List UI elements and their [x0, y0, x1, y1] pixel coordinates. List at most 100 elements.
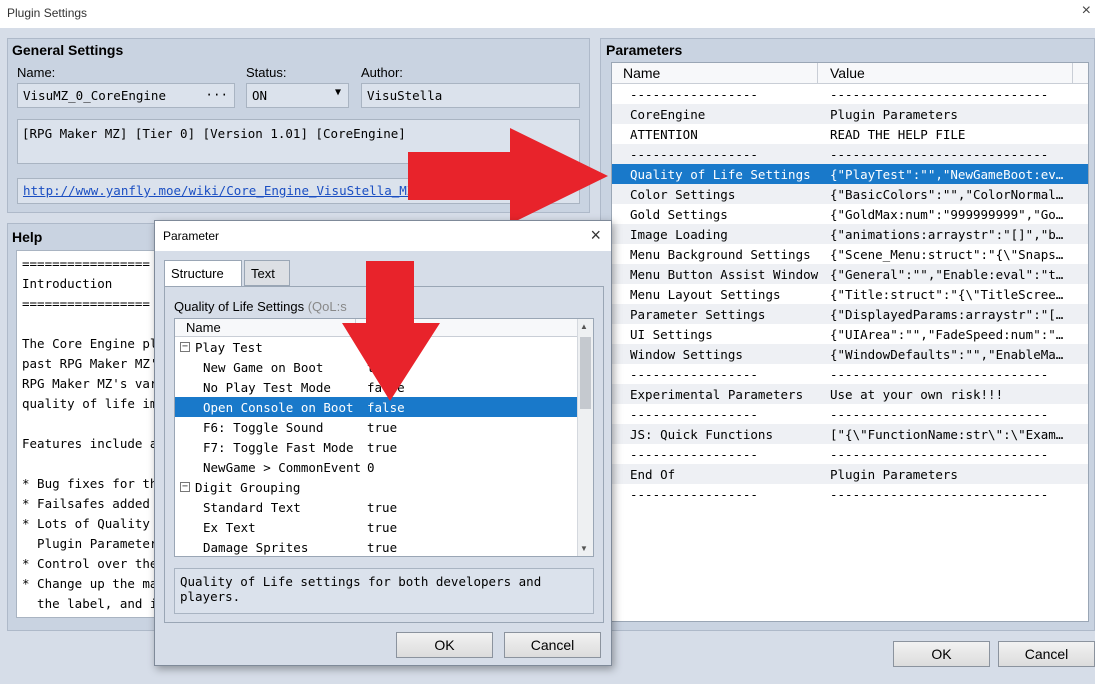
help-line: * Control over the	[22, 556, 158, 571]
parameter-row[interactable]: Parameter Settings {"DisplayedParams:arra…	[612, 304, 1088, 324]
parameter-name: Parameter Settings	[630, 307, 766, 322]
parameter-row[interactable]: ----------------- -----------------------…	[612, 364, 1088, 384]
dialog-titlebar: Parameter ×	[155, 221, 611, 251]
parameter-value: ["{\"FunctionName:str\":\"Example	[830, 427, 1070, 442]
parameter-value: {"Scene_Menu:struct":"{\"SnapshotOpacity	[830, 247, 1070, 262]
window-titlebar: Plugin Settings ×	[0, 0, 1095, 28]
author-value: VisuStella	[367, 88, 443, 103]
parameters-heading: Parameters	[606, 42, 683, 58]
tree-group-row[interactable]: − Digit Grouping	[175, 477, 577, 497]
parameter-value: {"BasicColors":"","ColorNormal:str":"0"	[830, 187, 1070, 202]
tree-header-name[interactable]: Name	[186, 320, 221, 335]
parameter-row[interactable]: Color Settings {"BasicColors":"","ColorNo…	[612, 184, 1088, 204]
tree-row[interactable]: F7: Toggle Fast Mode true	[175, 437, 577, 457]
parameter-name: Menu Layout Settings	[630, 287, 781, 302]
plugin-name-select[interactable]: VisuMZ_0_CoreEngine ···	[17, 83, 235, 108]
tree-item-name: New Game on Boot	[203, 360, 324, 375]
parameter-row[interactable]: CoreEngine Plugin Parameters	[612, 104, 1088, 124]
parameter-value: {"Title:struct":"{\"TitleScreen\":\""	[830, 287, 1070, 302]
down-arrow-annotation-icon	[342, 261, 440, 401]
parameter-row[interactable]: Quality of Life Settings {"PlayTest":"","…	[612, 164, 1088, 184]
scroll-down-icon[interactable]: ▼	[580, 544, 588, 553]
general-settings-heading: General Settings	[12, 42, 124, 58]
tab-text[interactable]: Text	[244, 260, 290, 286]
parameters-list[interactable]: Name Value ----------------- ------------…	[611, 62, 1089, 622]
tree-row[interactable]: F6: Toggle Sound true	[175, 417, 577, 437]
tree-item-name: Digit Grouping	[195, 480, 301, 495]
scroll-up-icon[interactable]: ▲	[580, 322, 588, 331]
parameter-row[interactable]: Gold Settings {"GoldMax:num":"999999999",…	[612, 204, 1088, 224]
parameter-name: -----------------	[630, 407, 758, 422]
column-header-name[interactable]: Name	[623, 65, 660, 81]
tree-item-name: Play Test	[195, 340, 263, 355]
parameter-name: Color Settings	[630, 187, 736, 202]
status-select[interactable]: ON ▼	[246, 83, 349, 108]
parameter-row[interactable]: ----------------- -----------------------…	[612, 144, 1088, 164]
parameter-name: -----------------	[630, 87, 758, 102]
help-line: Introduction	[22, 276, 113, 291]
tree-scrollbar[interactable]: ▲ ▼	[577, 319, 593, 556]
browse-button[interactable]: ···	[205, 87, 228, 102]
parameter-row[interactable]: UI Settings {"UIArea":"","FadeSpeed:num":…	[612, 324, 1088, 344]
parameter-value: {"animations:arraystr":"[]","battlebacks	[830, 227, 1070, 242]
cancel-button[interactable]: Cancel	[998, 641, 1095, 667]
tree-item-value: true	[367, 500, 398, 515]
parameter-description: Quality of Life settings for both develo…	[174, 568, 594, 614]
column-divider	[1072, 63, 1073, 84]
author-field[interactable]: VisuStella	[361, 83, 580, 108]
parameter-value: {"UIArea":"","FadeSpeed:num":"24"	[830, 327, 1070, 342]
help-line: =================	[22, 296, 150, 311]
help-link[interactable]: http://www.yanfly.moe/wiki/Core_Engine_V…	[23, 183, 414, 198]
parameter-row[interactable]: ATTENTION READ THE HELP FILE	[612, 124, 1088, 144]
tab-structure[interactable]: Structure	[164, 260, 242, 287]
tree-item-value: true	[367, 440, 398, 455]
parameter-row[interactable]: ----------------- -----------------------…	[612, 404, 1088, 424]
plugin-name-value: VisuMZ_0_CoreEngine	[23, 88, 166, 103]
tree-row[interactable]: Damage Sprites true	[175, 537, 577, 556]
parameter-row[interactable]: End Of Plugin Parameters	[612, 464, 1088, 484]
parameter-row[interactable]: Experimental Parameters Use at your own r…	[612, 384, 1088, 404]
parameter-description-text: Quality of Life settings for both develo…	[180, 574, 542, 604]
parameter-name: Experimental Parameters	[630, 387, 804, 402]
tree-row[interactable]: NewGame > CommonEvent 0	[175, 457, 577, 477]
parameter-name: Menu Button Assist Window	[630, 267, 819, 282]
collapse-icon[interactable]: −	[180, 482, 190, 492]
collapse-icon[interactable]: −	[180, 342, 190, 352]
parameter-row[interactable]: Menu Button Assist Window {"General":"","…	[612, 264, 1088, 284]
parameter-row[interactable]: ----------------- -----------------------…	[612, 484, 1088, 504]
parameter-value: {"GoldMax:num":"999999999","GoldFont"	[830, 207, 1070, 222]
window-close-icon[interactable]: ×	[1082, 2, 1091, 20]
help-text-area[interactable]: ================= Introduction ===========…	[16, 250, 166, 618]
parameters-list-header: Name Value	[612, 63, 1088, 84]
parameter-value: Plugin Parameters	[830, 107, 958, 122]
tree-item-name: Open Console on Boot	[203, 400, 354, 415]
parameter-row[interactable]: Image Loading {"animations:arraystr":"[]"…	[612, 224, 1088, 244]
tree-row[interactable]: Standard Text true	[175, 497, 577, 517]
status-value: ON	[252, 88, 268, 103]
column-header-value[interactable]: Value	[830, 65, 865, 81]
dialog-ok-button[interactable]: OK	[396, 632, 493, 658]
tree-item-name: Damage Sprites	[203, 540, 309, 555]
parameter-name: JS: Quick Functions	[630, 427, 773, 442]
tree-item-value: true	[367, 420, 398, 435]
parameter-value: -----------------------------	[830, 407, 1049, 422]
parameter-value: Plugin Parameters	[830, 467, 958, 482]
description-text: [RPG Maker MZ] [Tier 0] [Version 1.01] […	[22, 126, 406, 141]
parameter-value: READ THE HELP FILE	[830, 127, 966, 142]
parameter-row[interactable]: Menu Background Settings {"Scene_Menu:str…	[612, 244, 1088, 264]
tree-item-value: false	[367, 400, 405, 415]
parameter-row[interactable]: Window Settings {"WindowDefaults":"","Ena…	[612, 344, 1088, 364]
dialog-close-icon[interactable]: ×	[590, 225, 601, 246]
parameter-row[interactable]: ----------------- -----------------------…	[612, 84, 1088, 104]
dialog-title: Parameter	[163, 229, 220, 243]
parameter-name: Quality of Life Settings	[630, 167, 811, 182]
tree-row[interactable]: Ex Text true	[175, 517, 577, 537]
parameter-row[interactable]: JS: Quick Functions ["{\"FunctionName:str…	[612, 424, 1088, 444]
dialog-cancel-button[interactable]: Cancel	[504, 632, 601, 658]
parameter-row[interactable]: ----------------- -----------------------…	[612, 444, 1088, 464]
ok-button[interactable]: OK	[893, 641, 990, 667]
parameter-value: {"PlayTest":"","NewGameBoot:eval":"false…	[830, 167, 1070, 182]
parameter-row[interactable]: Menu Layout Settings {"Title:struct":"{\"…	[612, 284, 1088, 304]
scroll-thumb[interactable]	[580, 337, 591, 409]
structure-caption-title: Quality of Life Settings	[174, 299, 305, 314]
